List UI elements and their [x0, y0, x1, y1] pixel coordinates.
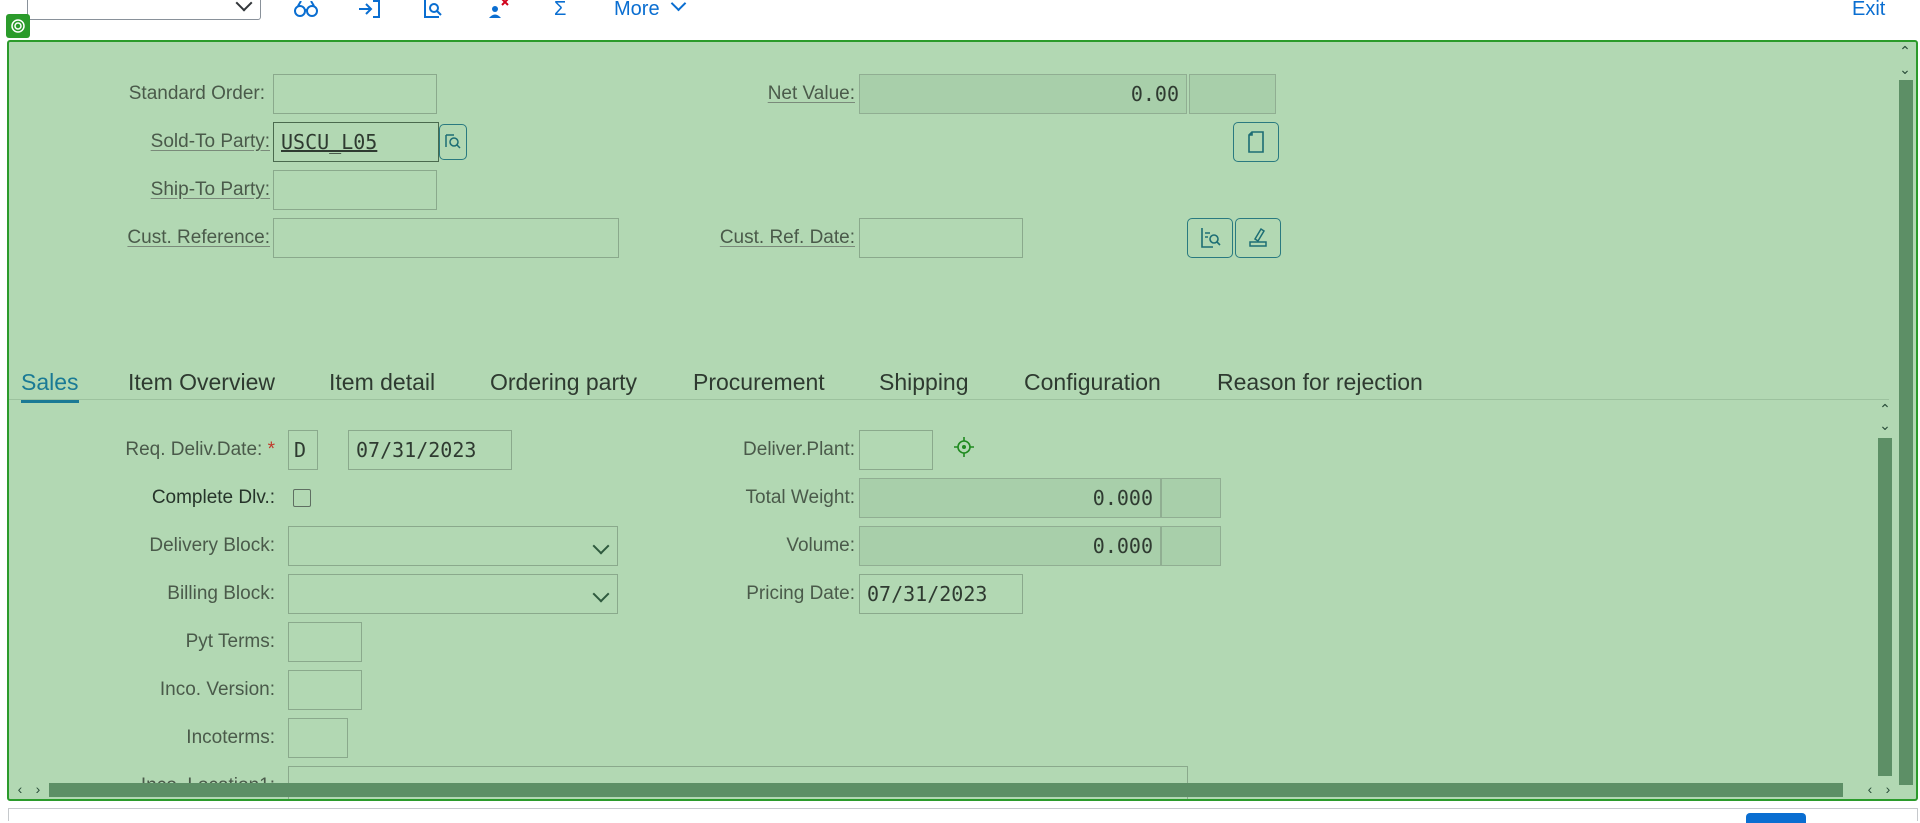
scroll-down-icon[interactable]: ⌄: [1898, 62, 1912, 76]
complete-dlv-checkbox[interactable]: [293, 489, 311, 507]
scroll-right-icon[interactable]: ›: [1881, 782, 1895, 796]
cust-ref-date-field[interactable]: [859, 218, 1023, 258]
tab-item-overview[interactable]: Item Overview: [128, 365, 275, 399]
chevron-down-icon: [670, 0, 687, 12]
deliver-plant-field[interactable]: [859, 430, 933, 470]
chevron-down-icon: [592, 585, 610, 603]
scroll-down-icon[interactable]: ⌄: [1878, 418, 1892, 432]
scroll-left-icon[interactable]: ‹: [1863, 782, 1877, 796]
toolbar-dropdown[interactable]: [27, 0, 261, 20]
total-weight-field: 0.000: [859, 478, 1161, 518]
edit-button[interactable]: [1235, 218, 1281, 258]
total-weight-label: Total Weight:: [745, 487, 855, 508]
incoterms-label: Incoterms:: [186, 727, 275, 748]
required-marker: *: [267, 439, 275, 460]
horizontal-scrollbar-thumb[interactable]: [49, 783, 1843, 797]
billing-block-dropdown[interactable]: [288, 574, 618, 614]
pricing-date-field[interactable]: 07/31/2023: [859, 574, 1023, 614]
net-value-currency: [1189, 74, 1276, 114]
document-icon: [1248, 131, 1264, 153]
person-delete-icon[interactable]: [483, 0, 513, 18]
ship-to-party-field[interactable]: [273, 170, 437, 210]
cust-reference-label: Cust. Reference:: [127, 227, 270, 248]
standard-order-field[interactable]: [273, 74, 437, 114]
inco-version-label: Inco. Version:: [159, 679, 275, 700]
scroll-up-icon[interactable]: ⌃: [1898, 44, 1912, 58]
tab-procurement[interactable]: Procurement: [693, 365, 825, 399]
sold-to-party-label: Sold-To Party:: [150, 131, 270, 152]
volume-unit: [1161, 526, 1221, 566]
pyt-terms-label: Pyt Terms:: [185, 631, 275, 652]
sigma-icon[interactable]: Σ: [554, 0, 568, 19]
chevron-down-icon: [592, 537, 610, 555]
tab-ordering-party[interactable]: Ordering party: [490, 365, 637, 399]
display-document-button[interactable]: [1187, 218, 1233, 258]
ship-to-party-label: Ship-To Party:: [150, 179, 270, 200]
search-icon: [445, 134, 461, 149]
exit-button[interactable]: Exit: [1852, 0, 1885, 19]
status-bar: [8, 808, 1918, 821]
tab-shipping[interactable]: Shipping: [879, 365, 969, 399]
req-deliv-date-field[interactable]: 07/31/2023: [348, 430, 512, 470]
net-value-field: 0.00: [859, 74, 1187, 114]
cust-reference-field[interactable]: [273, 218, 619, 258]
chevron-down-icon: [235, 0, 253, 12]
volume-label: Volume:: [786, 535, 855, 556]
cust-ref-date-label: Cust. Ref. Date:: [719, 227, 855, 248]
document-button[interactable]: [1233, 122, 1279, 162]
delivery-block-dropdown[interactable]: [288, 526, 618, 566]
binoculars-icon[interactable]: [292, 0, 320, 18]
search-help-button[interactable]: [439, 124, 467, 160]
scroll-right-icon[interactable]: ›: [31, 782, 45, 796]
tab-reason-for-rejection[interactable]: Reason for rejection: [1217, 365, 1423, 399]
eraser-icon: [1249, 227, 1267, 247]
outer-scrollbar-thumb[interactable]: [1899, 80, 1913, 785]
volume-field: 0.000: [859, 526, 1161, 566]
pricing-date-label: Pricing Date:: [746, 583, 855, 604]
target-icon[interactable]: [6, 14, 30, 38]
pyt-terms-field[interactable]: [288, 622, 362, 662]
inco-version-field[interactable]: [288, 670, 362, 710]
sales-order-panel: Standard Order: Net Value: 0.00 Sold-To …: [7, 40, 1918, 801]
top-toolbar: Σ More Exit: [0, 0, 1920, 22]
req-deliv-date-label: Req. Deliv.Date: *: [125, 439, 275, 460]
standard-order-label: Standard Order:: [128, 83, 265, 104]
outer-vertical-scrollbar[interactable]: ⌃ ⌄: [1895, 42, 1915, 799]
enter-icon[interactable]: [356, 0, 382, 18]
document-search-icon[interactable]: [420, 0, 446, 18]
delivery-block-label: Delivery Block:: [149, 535, 275, 556]
sold-to-party-field[interactable]: USCU_L05: [273, 122, 439, 162]
net-value-label: Net Value:: [767, 83, 855, 104]
document-search-icon: [1201, 228, 1221, 248]
tab-sales[interactable]: Sales: [21, 365, 79, 403]
tab-configuration[interactable]: Configuration: [1024, 365, 1161, 399]
incoterms-field[interactable]: [288, 718, 348, 758]
req-deliv-period-field[interactable]: D: [288, 430, 318, 470]
status-bar-button[interactable]: [1746, 813, 1806, 823]
billing-block-label: Billing Block:: [167, 583, 275, 604]
complete-dlv-label: Complete Dlv.:: [151, 487, 275, 508]
locate-icon[interactable]: [953, 436, 975, 458]
horizontal-scrollbar[interactable]: ‹ › ‹ ›: [9, 780, 1890, 798]
tab-item-detail[interactable]: Item detail: [329, 365, 435, 399]
scroll-up-icon[interactable]: ⌃: [1878, 402, 1892, 416]
more-button[interactable]: More: [614, 0, 687, 19]
scroll-left-icon[interactable]: ‹: [13, 782, 27, 796]
deliver-plant-label: Deliver.Plant:: [743, 439, 855, 460]
total-weight-unit: [1161, 478, 1221, 518]
inner-vertical-scrollbar[interactable]: ⌃ ⌄: [1876, 402, 1894, 780]
inner-scrollbar-thumb[interactable]: [1878, 438, 1892, 776]
